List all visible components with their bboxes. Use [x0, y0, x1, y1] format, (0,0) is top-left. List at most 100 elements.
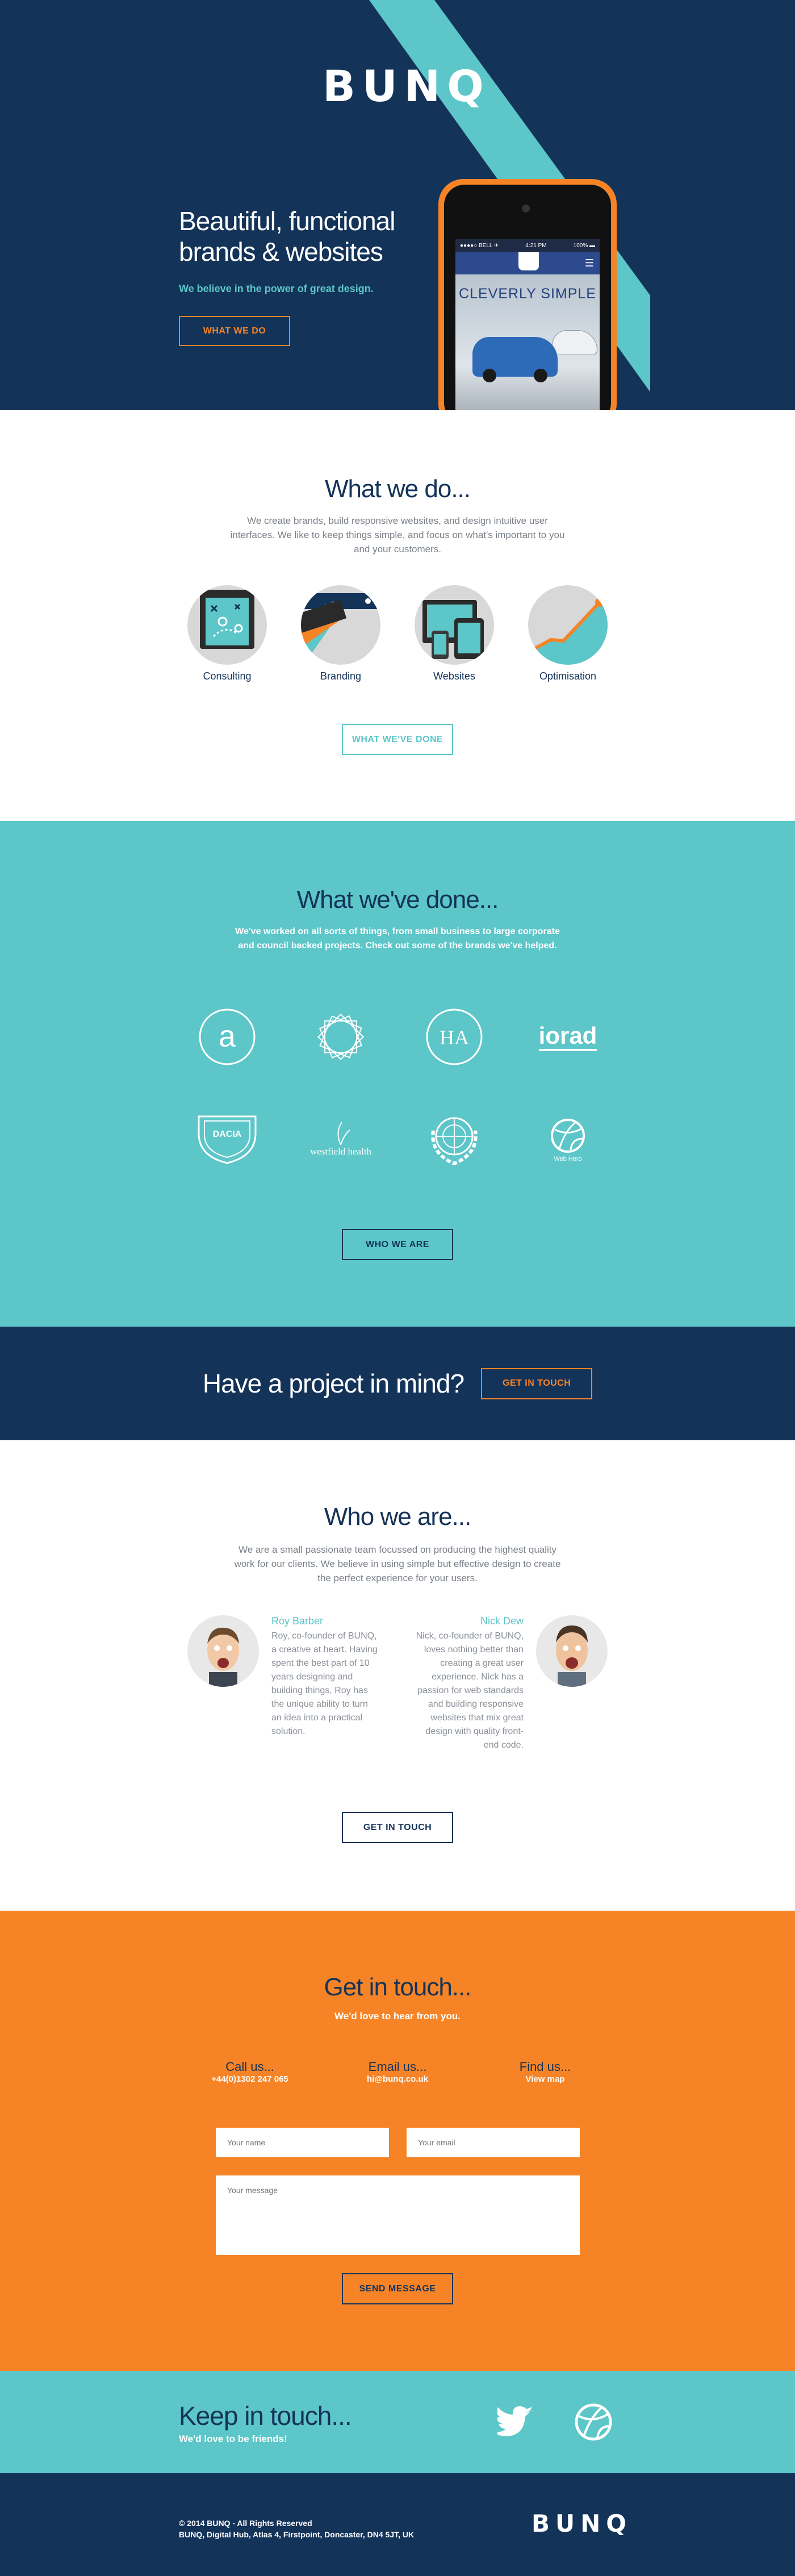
- phone-time: 4:21 PM: [525, 242, 547, 249]
- wheel: [483, 369, 496, 382]
- logo-letter: Q: [606, 2510, 629, 2537]
- team-member-name: Nick Dew: [480, 1615, 524, 1627]
- client-name: a: [219, 1019, 236, 1053]
- phone-battery: 100% ▬: [573, 242, 595, 249]
- dacia-badge-icon: [518, 252, 539, 270]
- section-subtitle: We'd love to hear from you.: [334, 2011, 461, 2021]
- devices-icon: [415, 585, 494, 665]
- contact-details: Call us... +44(0)1302 247 065 Email us..…: [199, 2060, 596, 2085]
- phone-nav-bar: ☰: [455, 252, 600, 274]
- a-circle-logo[interactable]: a: [170, 1003, 284, 1071]
- hero-section: B U N Q Beautiful, functional brands & w…: [0, 0, 795, 410]
- section-text: We are a small passionate team focussed …: [234, 1544, 561, 1583]
- get-in-touch-section: Get in touch... We'd love to hear from y…: [0, 1911, 795, 2371]
- contact-email: Email us... hi@bunq.co.uk: [346, 2060, 449, 2085]
- service-consulting[interactable]: Consulting: [187, 585, 267, 682]
- wheel: [534, 369, 547, 382]
- hamburger-icon: ☰: [584, 257, 594, 269]
- service-label: Optimisation: [539, 670, 597, 682]
- service-label: Branding: [320, 670, 362, 682]
- phone-hero-image: CLEVERLY SIMPLE: [455, 274, 600, 410]
- phone-status-bar: ●●●●○ BELL ✈ 4:21 PM 100% ▬: [455, 239, 600, 252]
- logo-letter: U: [362, 61, 401, 111]
- who-we-are-section: Who we are... We are a small passionate …: [0, 1440, 795, 1911]
- service-websites[interactable]: Websites: [415, 585, 494, 682]
- name-field[interactable]: [216, 2128, 389, 2157]
- team-member-info: Nick Dew Nick, co-founder of BUNQ, loves…: [416, 1615, 524, 1752]
- tactics-board-icon: [187, 585, 267, 665]
- phone-headline: CLEVERLY SIMPLE: [459, 286, 596, 302]
- what-we-do-button[interactable]: WHAT WE DO: [179, 316, 290, 346]
- team-member-info: Roy Barber Roy, co-founder of BUNQ, a cr…: [271, 1615, 379, 1739]
- phone-carrier: ●●●●○ BELL ✈: [460, 242, 499, 249]
- service-label: Websites: [433, 670, 475, 682]
- star-mandala-logo[interactable]: [284, 1003, 398, 1071]
- what-we-do-section: What we do... We create brands, build re…: [0, 410, 795, 821]
- client-name: Web Hero: [554, 1156, 582, 1162]
- client-name: westfield health: [309, 1146, 372, 1157]
- site-footer: © 2014 BUNQ - All Rights Reserved BUNQ, …: [0, 2473, 795, 2576]
- car-image-white: [552, 330, 597, 355]
- client-logos: a HA iorad DACIA westfield health Web He…: [170, 1003, 625, 1173]
- contact-heading: Find us...: [519, 2060, 571, 2074]
- what-weve-done-button[interactable]: WHAT WE'VE DONE: [342, 724, 453, 755]
- section-text: We create brands, build responsive websi…: [230, 515, 565, 555]
- address: BUNQ, Digital Hub, Atlas 4, Firstpoint, …: [179, 2530, 415, 2539]
- view-map-link[interactable]: View map: [526, 2074, 565, 2084]
- section-text: We've worked on all sorts of things, fro…: [235, 927, 560, 951]
- iorad-wordmark[interactable]: iorad: [511, 1003, 625, 1071]
- phone-body: ●●●●○ BELL ✈ 4:21 PM 100% ▬ ☰ CLEVERLY S…: [444, 185, 611, 410]
- section-subtitle: We'd love to be friends!: [179, 2433, 287, 2444]
- send-message-button[interactable]: SEND MESSAGE: [342, 2273, 453, 2304]
- logo-letter: N: [404, 61, 444, 111]
- section-title: Get in touch...: [324, 1973, 472, 2001]
- keep-in-touch-section: Keep in touch... We'd love to be friends…: [0, 2371, 795, 2473]
- bunq-logo[interactable]: B U N Q: [323, 65, 487, 108]
- team-member-bio: Nick, co-founder of BUNQ, loves nothing …: [416, 1631, 524, 1750]
- message-field[interactable]: [216, 2175, 580, 2255]
- team-member-roy: Roy Barber Roy, co-founder of BUNQ, a cr…: [187, 1615, 392, 1739]
- logo-letter: B: [532, 2510, 553, 2537]
- hero-subtitle: We believe in the power of great design.: [179, 283, 374, 294]
- ha-circle-logo[interactable]: HA: [398, 1003, 511, 1071]
- get-in-touch-button[interactable]: GET IN TOUCH: [342, 1812, 453, 1843]
- phone-mockup: ●●●●○ BELL ✈ 4:21 PM 100% ▬ ☰ CLEVERLY S…: [438, 179, 617, 410]
- get-in-touch-button[interactable]: GET IN TOUCH: [481, 1368, 593, 1399]
- hero-title: Beautiful, functional brands & websites: [179, 206, 396, 266]
- bunq-logo[interactable]: B U N Q: [532, 2512, 629, 2536]
- logo-letter: N: [580, 2510, 603, 2537]
- phone-camera: [522, 205, 530, 212]
- section-title: What we do...: [324, 475, 471, 503]
- section-title: Who we are...: [324, 1503, 471, 1531]
- services-list: Consulting Branding Websites Optimisatio…: [187, 585, 608, 682]
- avatar: [536, 1615, 608, 1687]
- growth-chart-icon: [528, 585, 608, 665]
- dacia-badge-logo[interactable]: DACIA: [170, 1105, 284, 1173]
- avatar: [187, 1615, 259, 1687]
- logo-letter: B: [323, 61, 359, 111]
- un-emblem-logo[interactable]: [398, 1105, 511, 1173]
- logo-letter: U: [555, 2510, 578, 2537]
- team-member-name: Roy Barber: [271, 1615, 324, 1627]
- service-optimisation[interactable]: Optimisation: [528, 585, 608, 682]
- phone-link[interactable]: +44(0)1302 247 065: [211, 2074, 288, 2084]
- twitter-icon[interactable]: [493, 2402, 537, 2442]
- who-we-are-button[interactable]: WHO WE ARE: [342, 1229, 453, 1260]
- contact-phone: Call us... +44(0)1302 247 065: [199, 2060, 301, 2085]
- team-member-nick: Nick Dew Nick, co-founder of BUNQ, loves…: [403, 1615, 608, 1752]
- phone-screen: ●●●●○ BELL ✈ 4:21 PM 100% ▬ ☰ CLEVERLY S…: [455, 239, 600, 410]
- dribbble-icon[interactable]: [574, 2402, 613, 2442]
- contact-heading: Call us...: [225, 2060, 274, 2074]
- web-hero-logo[interactable]: Web Hero: [511, 1105, 625, 1173]
- project-cta-section: Have a project in mind? GET IN TOUCH: [0, 1327, 795, 1440]
- client-name: iorad: [538, 1023, 597, 1051]
- logo-letter: Q: [447, 61, 487, 111]
- client-name: HA: [440, 1026, 469, 1049]
- client-name: DACIA: [213, 1129, 242, 1139]
- westfield-health-logo[interactable]: westfield health: [284, 1105, 398, 1173]
- email-link[interactable]: hi@bunq.co.uk: [367, 2074, 428, 2084]
- service-branding[interactable]: Branding: [301, 585, 380, 682]
- copyright: © 2014 BUNQ - All Rights Reserved: [179, 2519, 312, 2528]
- email-field[interactable]: [407, 2128, 580, 2157]
- what-weve-done-section: What we've done... We've worked on all s…: [0, 821, 795, 1327]
